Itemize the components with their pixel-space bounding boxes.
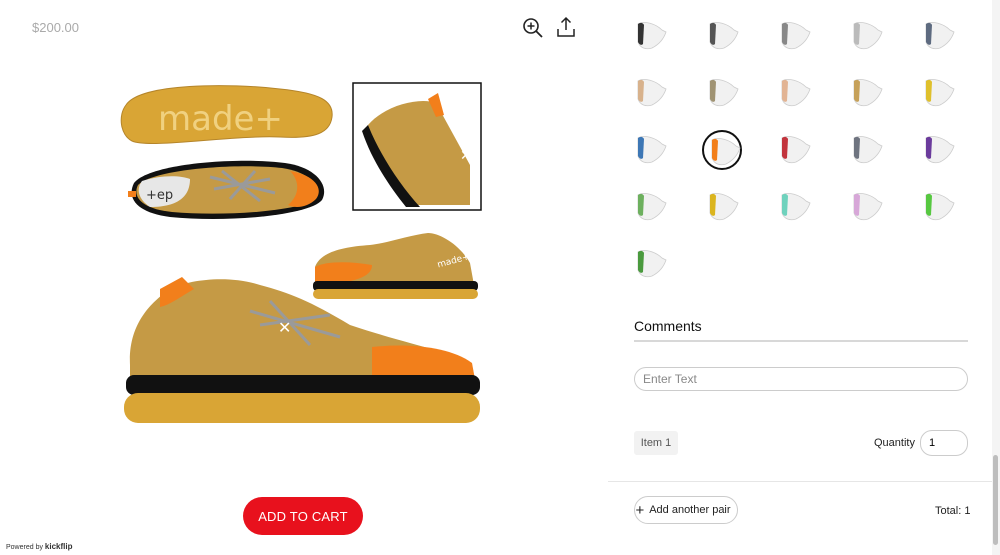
add-pair-label: Add another pair	[649, 504, 731, 516]
quantity-label: Quantity	[874, 437, 915, 449]
color-swatch[interactable]	[918, 73, 958, 113]
color-swatch[interactable]	[918, 130, 958, 170]
comments-title: Comments	[634, 318, 702, 334]
color-swatch[interactable]	[846, 187, 886, 227]
color-swatch[interactable]	[630, 130, 670, 170]
color-swatch[interactable]	[630, 16, 670, 56]
color-swatch[interactable]	[702, 130, 742, 170]
footer-divider	[608, 481, 992, 482]
color-swatch[interactable]	[774, 187, 814, 227]
color-swatch[interactable]	[774, 130, 814, 170]
color-swatch[interactable]	[774, 16, 814, 56]
color-swatch[interactable]	[918, 16, 958, 56]
divider	[634, 340, 968, 342]
add-to-cart-button[interactable]: ADD TO CART	[243, 497, 363, 535]
powered-by-text: Powered by	[6, 544, 43, 551]
color-swatch[interactable]	[774, 73, 814, 113]
topview-logo-text: +ep	[146, 188, 173, 203]
color-swatch[interactable]	[702, 73, 742, 113]
powered-by-label[interactable]: Powered by kickflip	[6, 542, 73, 551]
shoe-side-view-small: made+	[313, 233, 478, 299]
product-viewer[interactable]: made+ +ep ✕ made+ ✕	[110, 75, 500, 445]
shoe-sole-view: made+	[120, 85, 333, 144]
shoe-top-view: +ep	[128, 160, 325, 220]
quantity-input[interactable]	[920, 430, 968, 456]
share-icon[interactable]	[555, 16, 577, 38]
color-swatch[interactable]	[702, 16, 742, 56]
color-swatch[interactable]	[702, 187, 742, 227]
color-swatch[interactable]	[630, 187, 670, 227]
item-label: Item 1	[634, 431, 678, 455]
zoom-in-icon[interactable]	[522, 17, 544, 39]
svg-text:✕: ✕	[278, 318, 291, 337]
plus-icon: +	[635, 501, 645, 519]
scrollbar-thumb[interactable]	[993, 455, 998, 545]
color-swatch[interactable]	[630, 244, 670, 284]
color-swatch[interactable]	[846, 16, 886, 56]
svg-text:✕: ✕	[460, 148, 472, 164]
customizer-panel: Comments Item 1 Quantity + Add another p…	[608, 0, 992, 555]
color-swatch[interactable]	[630, 73, 670, 113]
add-another-pair-button[interactable]: + Add another pair	[634, 496, 738, 524]
color-swatch[interactable]	[846, 130, 886, 170]
comments-input[interactable]	[634, 367, 968, 391]
color-swatch[interactable]	[918, 187, 958, 227]
total-label: Total: 1	[935, 505, 971, 517]
shoe-detail-view: ✕	[352, 82, 482, 211]
brand-logo-text: kickflip	[44, 542, 73, 551]
price-label: $200.00	[32, 20, 79, 35]
color-swatch[interactable]	[846, 73, 886, 113]
scrollbar[interactable]	[992, 0, 1000, 555]
sole-logo-text: made+	[158, 99, 283, 139]
